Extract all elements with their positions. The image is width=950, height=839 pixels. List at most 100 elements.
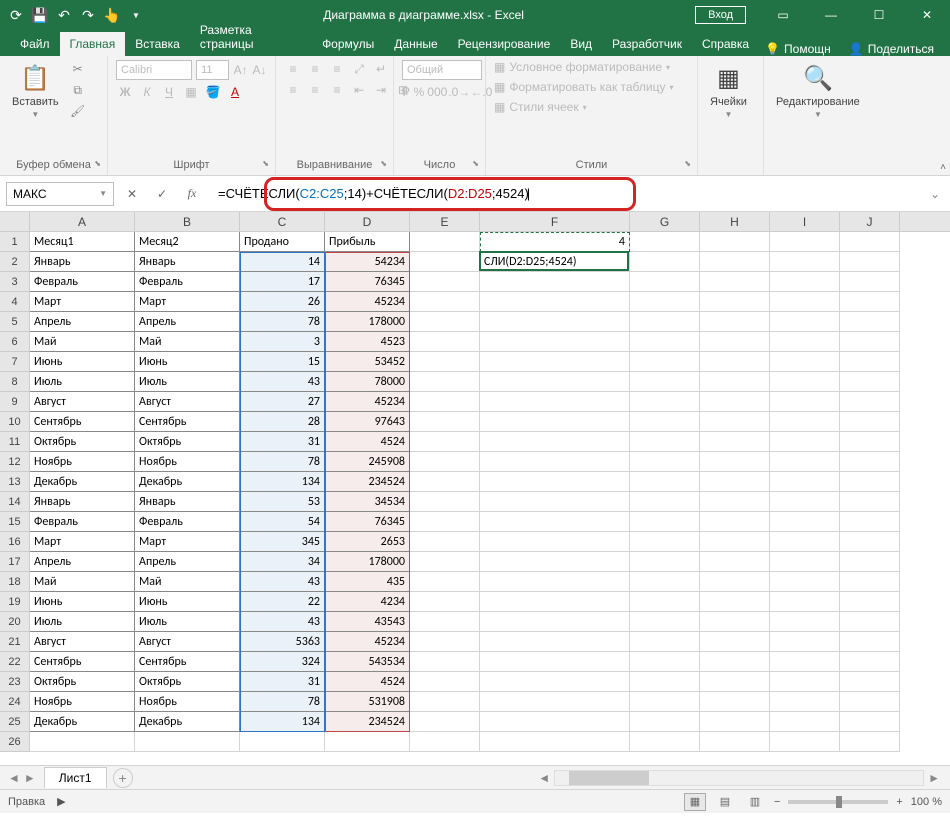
ribbon-options-icon[interactable]: ▭ bbox=[760, 0, 806, 30]
cell[interactable]: Октябрь bbox=[30, 432, 135, 452]
cell[interactable] bbox=[700, 292, 770, 312]
cell[interactable]: 15 bbox=[240, 352, 325, 372]
cell[interactable] bbox=[480, 712, 630, 732]
maximize-button[interactable]: ☐ bbox=[856, 0, 902, 30]
row-header[interactable]: 6 bbox=[0, 332, 30, 352]
cell[interactable]: 345 bbox=[240, 532, 325, 552]
redo-icon[interactable]: ↷ bbox=[80, 7, 96, 23]
autosave-icon[interactable]: ⟳ bbox=[8, 7, 24, 23]
cell[interactable]: 134 bbox=[240, 712, 325, 732]
row-header[interactable]: 19 bbox=[0, 592, 30, 612]
row-header[interactable]: 9 bbox=[0, 392, 30, 412]
cell[interactable] bbox=[840, 492, 900, 512]
cell[interactable] bbox=[410, 432, 480, 452]
sheet-nav-next-icon[interactable]: ► bbox=[24, 771, 36, 785]
tell-me-button[interactable]: 💡Помощн bbox=[759, 42, 837, 56]
cell[interactable] bbox=[480, 532, 630, 552]
cell[interactable] bbox=[770, 452, 840, 472]
cell[interactable] bbox=[840, 372, 900, 392]
sheet-tab[interactable]: Лист1 bbox=[44, 767, 107, 788]
cell[interactable]: Июль bbox=[135, 612, 240, 632]
cell[interactable] bbox=[840, 712, 900, 732]
row-header[interactable]: 1 bbox=[0, 232, 30, 252]
cell[interactable]: Месяц2 bbox=[135, 232, 240, 252]
cell[interactable]: 53 bbox=[240, 492, 325, 512]
col-header[interactable]: C bbox=[240, 212, 325, 231]
cell[interactable] bbox=[840, 732, 900, 752]
cell[interactable] bbox=[480, 692, 630, 712]
cell[interactable] bbox=[630, 352, 700, 372]
cell[interactable]: Апрель bbox=[30, 552, 135, 572]
cell[interactable]: СЛИ(D2:D25;4524) bbox=[480, 252, 630, 272]
cell[interactable] bbox=[480, 412, 630, 432]
share-button[interactable]: 👤Поделиться bbox=[843, 42, 940, 56]
cell[interactable]: 26 bbox=[240, 292, 325, 312]
col-header[interactable]: D bbox=[325, 212, 410, 231]
cell[interactable] bbox=[840, 532, 900, 552]
cell[interactable]: 324 bbox=[240, 652, 325, 672]
cell[interactable] bbox=[410, 492, 480, 512]
table-format-button[interactable]: Форматировать как таблицу bbox=[509, 80, 665, 94]
cell[interactable]: 234524 bbox=[325, 472, 410, 492]
cell[interactable]: 78 bbox=[240, 452, 325, 472]
align-left-icon[interactable]: ≡ bbox=[284, 81, 302, 99]
cell[interactable] bbox=[410, 712, 480, 732]
align-middle-icon[interactable]: ≡ bbox=[306, 60, 324, 78]
cell[interactable] bbox=[700, 432, 770, 452]
cell[interactable] bbox=[770, 292, 840, 312]
row-header[interactable]: 25 bbox=[0, 712, 30, 732]
cell[interactable]: Январь bbox=[135, 252, 240, 272]
cell[interactable] bbox=[630, 652, 700, 672]
cell[interactable]: 45234 bbox=[325, 292, 410, 312]
cell[interactable] bbox=[770, 592, 840, 612]
inc-decimal-icon[interactable]: .0→ bbox=[450, 83, 468, 101]
orientation-icon[interactable]: ⤢ bbox=[350, 60, 368, 78]
cell[interactable]: Апрель bbox=[30, 312, 135, 332]
cell[interactable] bbox=[480, 452, 630, 472]
cell[interactable]: 234524 bbox=[325, 712, 410, 732]
cell[interactable]: Февраль bbox=[135, 272, 240, 292]
cell[interactable] bbox=[840, 272, 900, 292]
cell[interactable]: Февраль bbox=[30, 512, 135, 532]
cell[interactable]: Февраль bbox=[135, 512, 240, 532]
percent-icon[interactable]: % bbox=[414, 83, 425, 101]
cell[interactable]: 2653 bbox=[325, 532, 410, 552]
cell[interactable]: Май bbox=[30, 332, 135, 352]
touch-mode-icon[interactable]: 👆 bbox=[104, 7, 120, 23]
cell[interactable]: Март bbox=[135, 292, 240, 312]
font-size-combo[interactable]: 11 bbox=[196, 60, 229, 80]
comma-icon[interactable]: 000 bbox=[428, 83, 446, 101]
cell[interactable]: Июнь bbox=[135, 592, 240, 612]
cell[interactable] bbox=[630, 672, 700, 692]
cell[interactable]: 22 bbox=[240, 592, 325, 612]
row-header[interactable]: 21 bbox=[0, 632, 30, 652]
cell[interactable]: Июнь bbox=[135, 352, 240, 372]
cell[interactable]: 178000 bbox=[325, 312, 410, 332]
cell[interactable] bbox=[630, 252, 700, 272]
cell[interactable] bbox=[700, 592, 770, 612]
cell[interactable]: 178000 bbox=[325, 552, 410, 572]
cell[interactable] bbox=[410, 732, 480, 752]
cell[interactable] bbox=[410, 412, 480, 432]
cell[interactable] bbox=[630, 332, 700, 352]
cell[interactable] bbox=[770, 572, 840, 592]
save-icon[interactable]: 💾 bbox=[32, 7, 48, 23]
align-bottom-icon[interactable]: ≡ bbox=[328, 60, 346, 78]
cell[interactable] bbox=[840, 552, 900, 572]
cell[interactable]: 5363 bbox=[240, 632, 325, 652]
cell[interactable]: Февраль bbox=[30, 272, 135, 292]
editing-button[interactable]: 🔍 Редактирование ▼ bbox=[772, 60, 864, 121]
cell[interactable] bbox=[630, 712, 700, 732]
indent-inc-icon[interactable]: ⇥ bbox=[372, 81, 390, 99]
collapse-ribbon-icon[interactable]: ˄ bbox=[940, 162, 946, 173]
cell[interactable] bbox=[770, 552, 840, 572]
cell[interactable] bbox=[770, 392, 840, 412]
cell[interactable] bbox=[770, 352, 840, 372]
cell[interactable] bbox=[480, 292, 630, 312]
cell[interactable] bbox=[410, 532, 480, 552]
cell[interactable]: 4524 bbox=[325, 672, 410, 692]
cell[interactable] bbox=[770, 252, 840, 272]
formula-input[interactable]: =СЧЁТЕСЛИ(C2:C25;14)+СЧЁТЕСЛИ(D2:D25;452… bbox=[210, 182, 920, 206]
row-header[interactable]: 14 bbox=[0, 492, 30, 512]
cell[interactable] bbox=[410, 452, 480, 472]
